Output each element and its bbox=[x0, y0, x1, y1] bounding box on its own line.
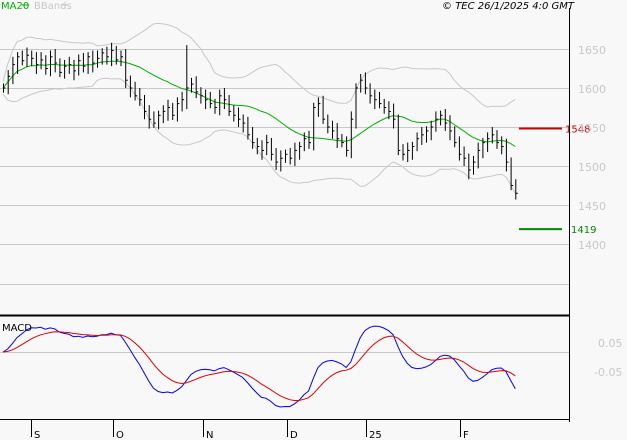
support-label: 1419 bbox=[571, 225, 596, 236]
price-axis-labels: 1650 1600 1550 1500 1450 1400 bbox=[578, 44, 606, 252]
time-tick-label: F bbox=[463, 430, 469, 440]
bollinger-bands bbox=[2, 22, 516, 194]
price-tick-label: 1550 bbox=[578, 122, 606, 135]
price-tick-label: 1400 bbox=[578, 239, 606, 252]
time-tick-label: S bbox=[34, 430, 40, 440]
ma20 bbox=[2, 60, 516, 147]
price-tick-label: 1500 bbox=[578, 161, 606, 174]
time-tick-label: D bbox=[290, 430, 298, 440]
time-tick-label: N bbox=[206, 430, 213, 440]
bband-lower bbox=[2, 77, 516, 194]
macd-tick-label: -0.05 bbox=[594, 366, 622, 379]
price-tick-label: 1600 bbox=[578, 83, 606, 96]
price-tick-label: 1450 bbox=[578, 200, 606, 213]
stock-chart: 15481419 1650 1600 1550 1500 1450 1400 0.05 -0… bbox=[0, 1, 623, 440]
support-resistance: 15481419 bbox=[519, 125, 596, 236]
signal-line bbox=[2, 331, 516, 401]
macd-title: MACD bbox=[2, 323, 32, 334]
time-axis: S O N D 25 F bbox=[31, 420, 469, 440]
price-tick-label: 1650 bbox=[578, 44, 606, 57]
time-tick-label: O bbox=[116, 430, 124, 440]
macd-tick-label: 0.05 bbox=[598, 337, 623, 350]
legend-bbands: BBands bbox=[34, 1, 72, 12]
macd-panel: 0.05 -0.05 bbox=[0, 325, 623, 408]
legend-ma20: MA20 bbox=[1, 1, 29, 12]
price-bars bbox=[3, 42, 518, 200]
ma20-line bbox=[2, 60, 516, 147]
time-tick-label: 25 bbox=[369, 430, 382, 440]
copyright-timestamp: © TEC 26/1/2025 4:0 GMT bbox=[442, 1, 575, 12]
price-gridlines bbox=[0, 49, 569, 285]
macd-line bbox=[2, 325, 516, 408]
